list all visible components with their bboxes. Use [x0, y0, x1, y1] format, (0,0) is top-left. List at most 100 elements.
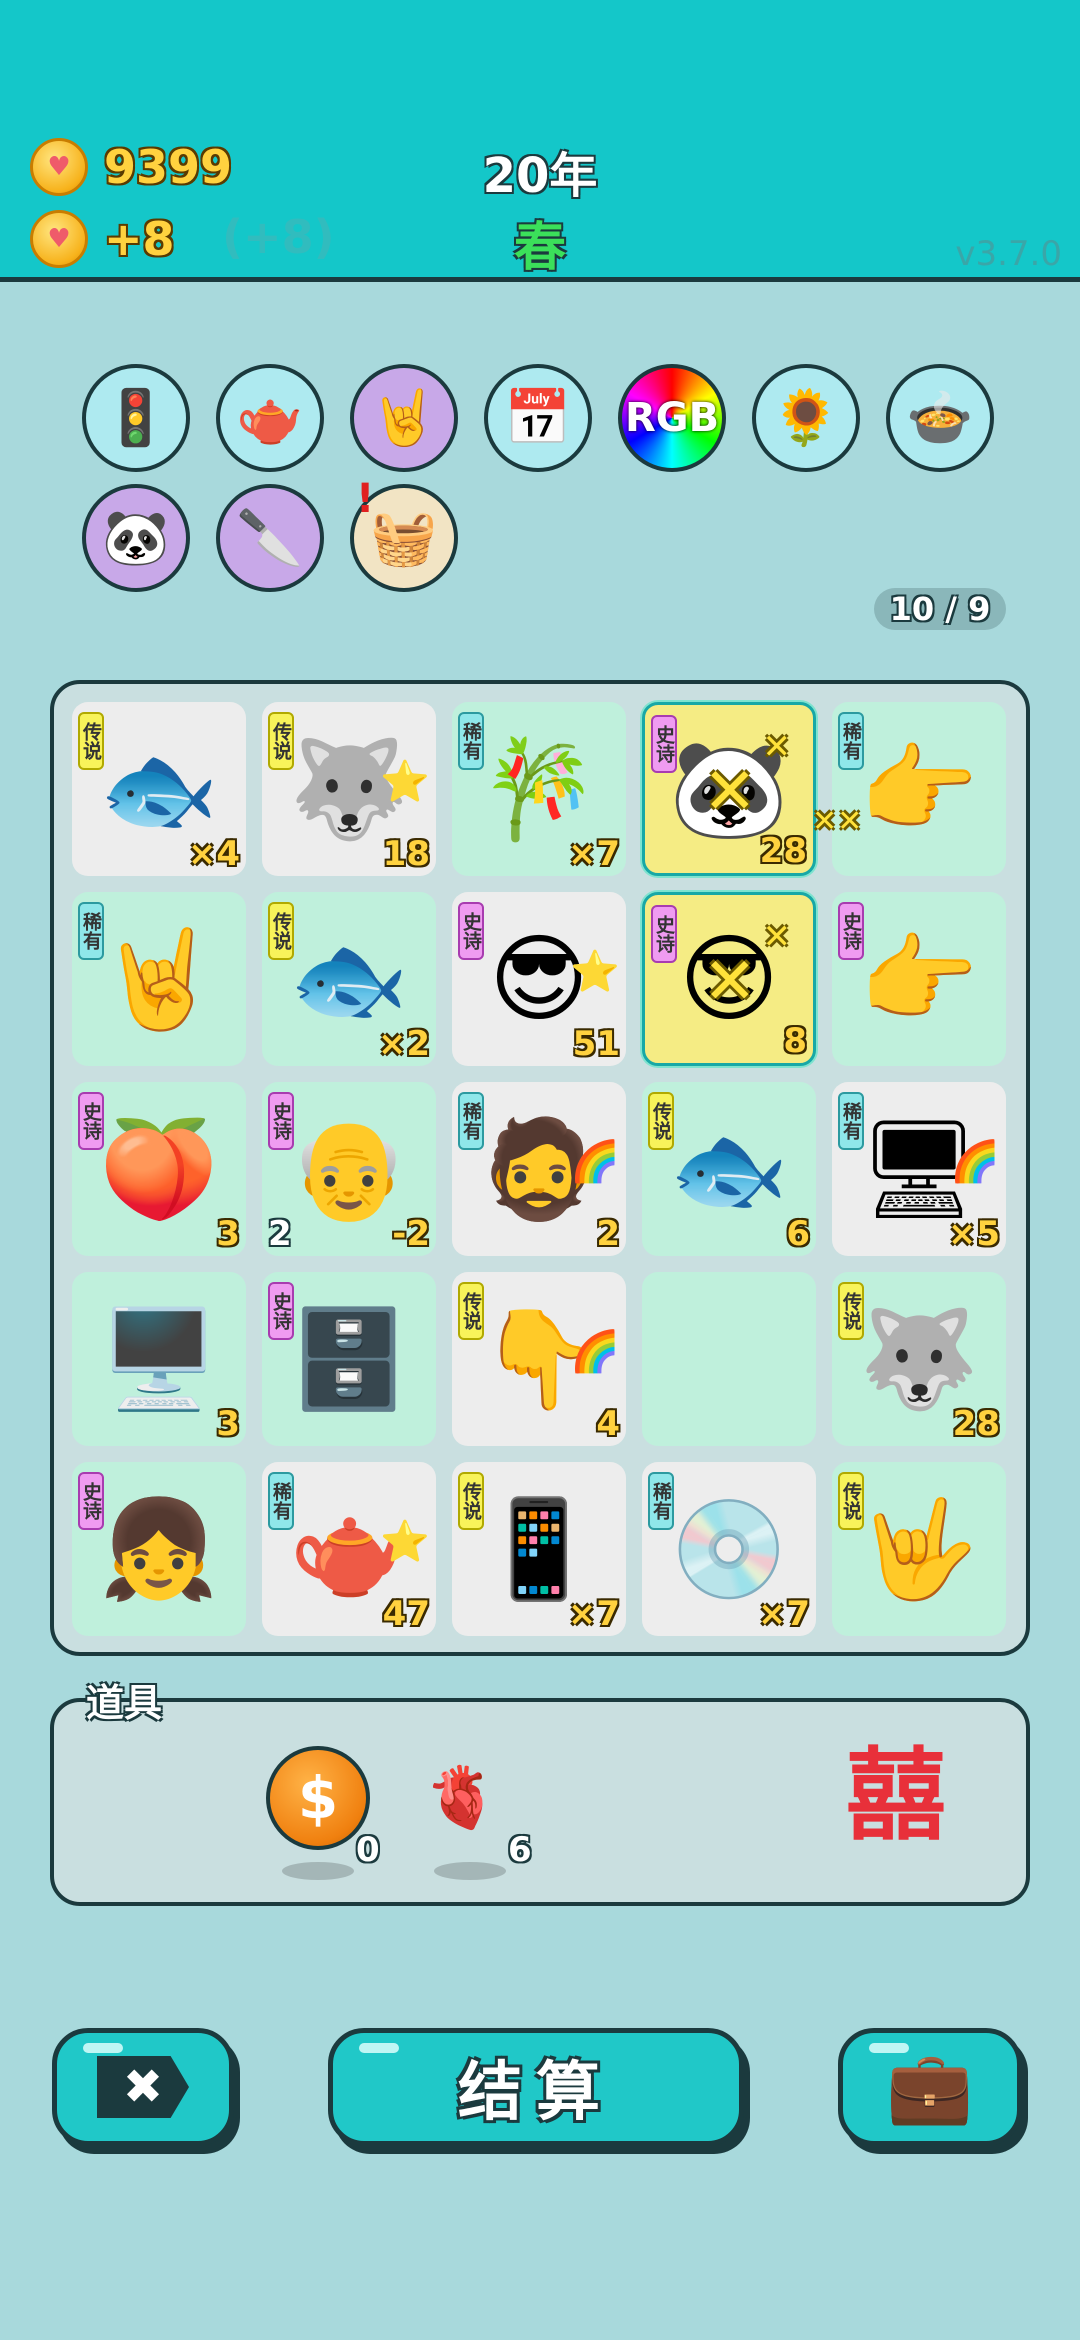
cell-value: 3 [216, 1214, 240, 1254]
koi-fish-icon: 🐟 [99, 733, 219, 845]
cell-value: 2 [596, 1214, 620, 1254]
coin-tool-count: 0 [356, 1830, 380, 1870]
rarity-tag: 稀有 [648, 1472, 674, 1530]
cell-value: ×4 [187, 834, 240, 874]
koi-fish-icon: 🐟 [289, 923, 409, 1035]
cell-value: 28 [759, 831, 807, 871]
liver-icon[interactable]: 🫀 [424, 1768, 499, 1828]
board-cell[interactable]: 史诗 👉 [832, 892, 1006, 1066]
rarity-tag: 史诗 [651, 715, 677, 773]
shadow [434, 1862, 506, 1880]
close-button[interactable]: ✖ [52, 2028, 234, 2146]
board-cell[interactable]: 史诗 🗄️ [262, 1272, 436, 1446]
bag-button[interactable]: 💼 [838, 2028, 1022, 2146]
cell-value: ×5 [947, 1214, 1000, 1254]
rarity-tag: 稀有 [458, 1092, 484, 1150]
cell-value: ×7 [567, 834, 620, 874]
cell-value: 47 [382, 1594, 430, 1634]
double-happiness-icon[interactable]: 囍 [846, 1746, 946, 1846]
cell-value: ×7 [567, 1594, 620, 1634]
board-cell[interactable]: 史诗 😎 ⭐ 51 [452, 892, 626, 1066]
board-cell[interactable]: 史诗 👧 [72, 1462, 246, 1636]
rainbow-badge-icon: 🌈 [570, 1139, 620, 1185]
rarity-tag: 传说 [838, 1472, 864, 1530]
year-label: 20年 [482, 148, 598, 204]
cell-value: ×7 [757, 1594, 810, 1634]
sunflower-pair-icon[interactable]: 🌻 [752, 364, 860, 472]
cell-value: 28 [952, 1404, 1000, 1444]
remove-mark-icon: ✕ [762, 917, 792, 957]
rarity-tag: 传说 [648, 1092, 674, 1150]
rainbow-badge-icon: 🌈 [950, 1139, 1000, 1185]
close-icon: ✖ [97, 2056, 189, 2118]
board-cell[interactable]: 🖥️ 3 [72, 1272, 246, 1446]
rock-hand-brown-icon: 🤘 [99, 923, 219, 1035]
board-cell[interactable]: 传说 🐺 28 [832, 1272, 1006, 1446]
board-cell[interactable]: 传说 🐟 ×4 [72, 702, 246, 876]
board-cell[interactable] [642, 1272, 816, 1446]
board-cell[interactable]: 史诗 😎 ✕ ✕ 8 [642, 892, 816, 1066]
shine [83, 2043, 123, 2053]
rarity-tag: 稀有 [78, 902, 104, 960]
shine [869, 2043, 909, 2053]
monitor-icon: 🖥️ [99, 1303, 219, 1415]
shine [359, 2043, 399, 2053]
gravy-boat-icon[interactable]: 🫖 [216, 364, 324, 472]
board-cell[interactable]: 稀有 🖥 🌈 ×5 [832, 1082, 1006, 1256]
cleaver-icon[interactable]: 🔪 [216, 484, 324, 592]
peach-icon: 🍑 [99, 1113, 219, 1225]
briefcase-icon: 💼 [886, 2046, 974, 2128]
shadow [282, 1862, 354, 1880]
grandpa-icon: 👴 [289, 1113, 409, 1225]
board-cell[interactable]: 传说 👇 🌈 4 [452, 1272, 626, 1446]
cell-value: 4 [596, 1404, 620, 1444]
rarity-tag: 传说 [78, 712, 104, 770]
settle-button[interactable]: 结算 [328, 2028, 744, 2146]
cell-value: 18 [382, 834, 430, 874]
rock-hand-icon[interactable]: 🤘 [350, 364, 458, 472]
board-cell[interactable]: 史诗 👴 -2 2 [262, 1082, 436, 1256]
star-badge-icon: ⭐ [570, 949, 620, 995]
board-cell[interactable]: 稀有 🧔 🌈 2 [452, 1082, 626, 1256]
rarity-tag: 传说 [268, 902, 294, 960]
board-cell[interactable]: 稀有 👉 [832, 702, 1006, 876]
board-cell[interactable]: 稀有 🎋 ×7 [452, 702, 626, 876]
cd-disc-icon: 💿 [669, 1493, 789, 1605]
star-badge-icon: ⭐ [380, 759, 430, 805]
rarity-tag: 史诗 [838, 902, 864, 960]
rgb-icon[interactable]: RGB [618, 364, 726, 472]
season-label: 春 [513, 218, 566, 278]
board-cell[interactable]: 传说 📱 ×7 [452, 1462, 626, 1636]
board-cell[interactable]: 史诗 🍑 3 [72, 1082, 246, 1256]
board-cell[interactable]: 史诗 🐼 ✕ ✕ 28 [642, 702, 816, 876]
board-cell[interactable]: 稀有 🤘 [72, 892, 246, 1066]
rarity-tag: 传说 [458, 1472, 484, 1530]
board-cell[interactable]: 传说 🐟 ×2 [262, 892, 436, 1066]
board-cell[interactable]: 传说 🐟 6 [642, 1082, 816, 1256]
dollar-coin-icon[interactable]: $ [266, 1746, 370, 1850]
rarity-tag: 传说 [458, 1282, 484, 1340]
version-label: v3.7.0 [955, 234, 1062, 274]
koi-fish-icon: 🐟 [669, 1113, 789, 1225]
remove-mark-icon: ✕ [703, 755, 757, 829]
cell-value: ×2 [377, 1024, 430, 1064]
girl-icon: 👧 [99, 1493, 219, 1605]
server-rack-icon: 🗄️ [289, 1303, 409, 1415]
traffic-light-ghost-icon[interactable]: 🚦 [82, 364, 190, 472]
tools-panel: $ 0 🫀 6 囍 [50, 1698, 1030, 1906]
board-cell[interactable]: 传说 🐺 ⭐ 18 [262, 702, 436, 876]
rarity-tag: 传说 [838, 1282, 864, 1340]
husky-king-icon: 🐺 [859, 1303, 979, 1415]
cell-value: -2 [392, 1214, 430, 1254]
duck-pot-icon[interactable]: 🍲 [886, 364, 994, 472]
pointing-hand-gray-icon: 👉 [859, 923, 979, 1035]
calendar-icon[interactable]: 📅 [484, 364, 592, 472]
board-cell[interactable]: 稀有 🫖 ⭐ 47 [262, 1462, 436, 1636]
rarity-tag: 史诗 [78, 1092, 104, 1150]
board-cell[interactable]: 稀有 💿 ×7 [642, 1462, 816, 1636]
rarity-tag: 史诗 [458, 902, 484, 960]
cell-value: 8 [783, 1021, 807, 1061]
board-cell[interactable]: 传说 🤟 [832, 1462, 1006, 1636]
panda-icon[interactable]: 🐼 [82, 484, 190, 592]
rarity-tag: 稀有 [838, 712, 864, 770]
